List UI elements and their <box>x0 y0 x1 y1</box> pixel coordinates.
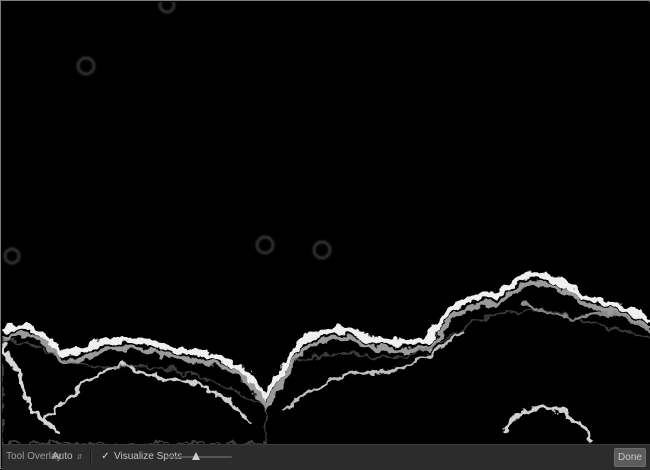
slider-thumb-triangle-icon[interactable] <box>191 452 200 460</box>
tool-overlay-value: Auto <box>52 451 73 462</box>
spots-visualization-image <box>2 2 650 444</box>
updown-arrows-icon: ⇵ <box>76 454 83 461</box>
bottom-toolbar: Tool Overlay : Auto ⇵ ✓ Visualize Spots D… <box>2 444 650 470</box>
visualize-spots-slider[interactable] <box>166 452 232 460</box>
lightroom-window: Tool Overlay : Auto ⇵ ✓ Visualize Spots D… <box>0 0 650 470</box>
toolbar-divider <box>90 450 92 464</box>
tool-overlay-select[interactable]: Auto ⇵ <box>52 451 82 464</box>
done-button[interactable]: Done <box>614 448 646 467</box>
check-icon: ✓ <box>101 451 110 462</box>
photo-canvas-visualize-spots[interactable] <box>2 2 650 444</box>
visualize-spots-checkbox[interactable]: ✓ <box>100 451 111 462</box>
